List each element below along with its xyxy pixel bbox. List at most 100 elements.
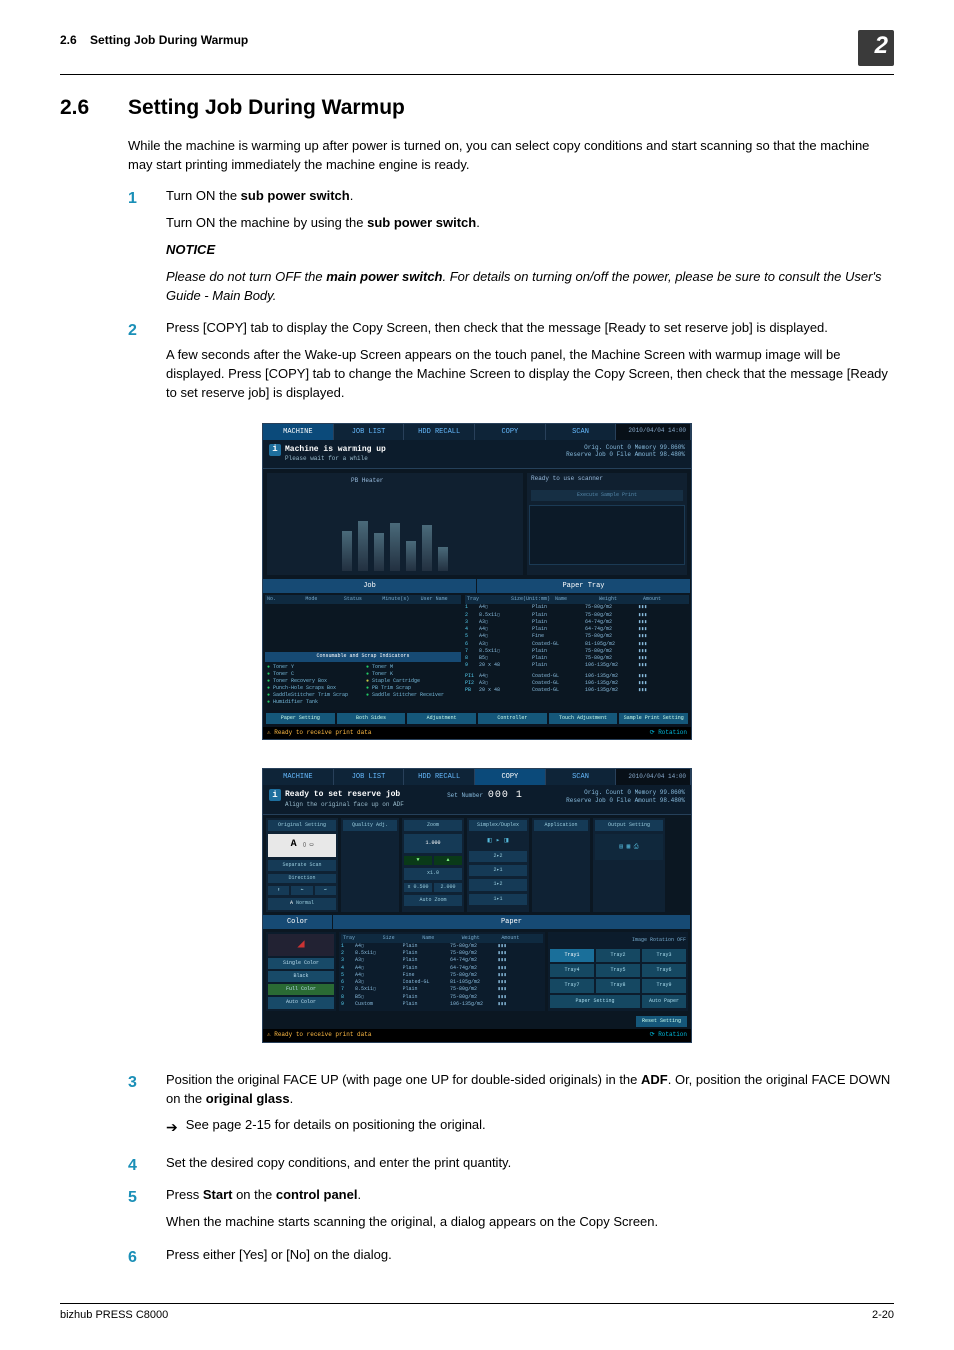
zoom-value: 1.000 — [404, 834, 462, 853]
both-sides-button[interactable]: Both Sides — [337, 713, 406, 724]
step1-line1: Turn ON the sub power switch. — [166, 187, 894, 206]
duplex-11[interactable]: 1▸1 — [469, 894, 527, 905]
duplex-21[interactable]: 2▸1 — [469, 865, 527, 876]
zoom-down[interactable]: ▼ — [404, 856, 432, 865]
tray-row: 5A4▢Fine75-80g/m2▮▮▮ — [341, 972, 543, 979]
zoom-half[interactable]: x 0.500 — [404, 883, 432, 892]
single-color-button[interactable]: Single Color — [268, 958, 334, 969]
counter-readout: Orig. Count 0 Memory 99.860% Reserve Job… — [566, 789, 685, 809]
original-setting-header[interactable]: Original Setting — [268, 820, 336, 831]
tab-hddrecall[interactable]: HDD RECALL — [404, 769, 475, 785]
tab-scan[interactable]: SCAN — [546, 769, 617, 785]
quality-adj-header[interactable]: Quality Adj. — [343, 820, 397, 831]
tray-row: 5A4▢Fine75-80g/m2▮▮▮ — [465, 633, 689, 640]
tab-machine[interactable]: MACHINE — [263, 424, 334, 440]
auto-paper-button[interactable]: Auto Paper — [642, 995, 686, 1008]
tray-row: PI2A3▢Coated-GL106-135g/m2▮▮▮ — [465, 680, 689, 687]
auto-color-button[interactable]: Auto Color — [268, 997, 334, 1008]
duplex-icon: ◧ ▸ ◨ — [469, 834, 527, 848]
original-preview: A ▯ ▭ — [268, 834, 336, 857]
zoom-x1[interactable]: x1.0 — [404, 868, 462, 879]
consumable-header: Consumable and Scrap Indicators — [265, 652, 461, 661]
tray6-button[interactable]: Tray6 — [642, 964, 686, 977]
tray-row: 3A3▢Plain64-74g/m2▮▮▮ — [465, 619, 689, 626]
tab-joblist[interactable]: JOB LIST — [334, 424, 405, 440]
tray-row: 28.5x11▢Plain75-80g/m2▮▮▮ — [341, 950, 543, 957]
adjustment-button[interactable]: Adjustment — [407, 713, 476, 724]
tray7-button[interactable]: Tray7 — [550, 979, 594, 992]
tray3-button[interactable]: Tray3 — [642, 949, 686, 962]
tray-row: 8B5▢Plain75-80g/m2▮▮▮ — [465, 655, 689, 662]
dir-opt[interactable]: ⬅ — [291, 886, 312, 895]
page-running-head: 2.6 Setting Job During Warmup — [60, 30, 248, 49]
rotation-indicator: ⟳ Rotation — [650, 1031, 687, 1040]
tray-row: 78.5x11▢Plain75-80g/m2▮▮▮ — [465, 648, 689, 655]
output-setting-header[interactable]: Output Setting — [595, 820, 663, 831]
step5-p1: Press Start on the control panel. — [166, 1186, 894, 1205]
paper-setting-button[interactable]: Paper Setting — [266, 713, 335, 724]
status-message-title: Ready to set reserve job — [285, 789, 404, 801]
duplex-22[interactable]: 2▸2 — [469, 851, 527, 862]
tab-scan[interactable]: SCAN — [546, 424, 617, 440]
warmup-graphic — [287, 521, 503, 571]
notice-text: Please do not turn OFF the main power sw… — [166, 268, 894, 306]
full-color-button[interactable]: Full Color — [268, 984, 334, 995]
job-table-header: No.ModeStatusMinute(s)User Name — [265, 595, 461, 604]
application-header[interactable]: Application — [534, 820, 588, 831]
tray8-button[interactable]: Tray8 — [596, 979, 640, 992]
tray4-button[interactable]: Tray4 — [550, 964, 594, 977]
set-number-value: 000 1 — [488, 790, 523, 801]
step-number: 4 — [128, 1154, 146, 1181]
tray-row: 1A4▢Plain75-80g/m2▮▮▮ — [341, 943, 543, 950]
tab-copy[interactable]: COPY — [475, 424, 546, 440]
tray1-button[interactable]: Tray1 — [550, 949, 594, 962]
zoom-header[interactable]: Zoom — [404, 820, 462, 831]
tab-hddrecall[interactable]: HDD RECALL — [404, 424, 475, 440]
tab-joblist[interactable]: JOB LIST — [334, 769, 405, 785]
tray9-button[interactable]: Tray9 — [642, 979, 686, 992]
auto-zoom-button[interactable]: Auto Zoom — [404, 895, 462, 906]
notice-heading: NOTICE — [166, 241, 894, 260]
section-number: 2.6 — [60, 93, 100, 123]
ready-scanner-label: Ready to use scanner — [527, 473, 687, 486]
normal-button[interactable]: A Normal — [268, 898, 336, 909]
paper-table-header: TraySizeNameWeightAmount — [341, 934, 543, 943]
tray-row: 1A4▢Plain75-80g/m2▮▮▮ — [465, 604, 689, 611]
step-number: 1 — [128, 187, 146, 313]
rotation-indicator: ⟳ Rotation — [650, 729, 687, 738]
tab-machine[interactable]: MACHINE — [263, 769, 334, 785]
step-number: 5 — [128, 1186, 146, 1240]
status-message-sub: Please wait for a while — [285, 455, 386, 464]
info-icon: i — [269, 444, 281, 456]
set-number-label: Set Number — [447, 792, 483, 799]
zoom-double[interactable]: 2.000 — [434, 883, 462, 892]
step4-p1: Set the desired copy conditions, and ent… — [166, 1154, 894, 1173]
intro-paragraph: While the machine is warming up after po… — [128, 137, 894, 175]
duplex-header[interactable]: Simplex/Duplex — [469, 820, 527, 831]
status-message-sub: Align the original face up on ADF — [285, 801, 404, 810]
step2-p1: Press [COPY] tab to display the Copy Scr… — [166, 319, 894, 338]
separate-scan-button[interactable]: Separate Scan — [268, 860, 336, 871]
reset-setting-button[interactable]: Reset Setting — [636, 1016, 687, 1027]
dir-opt[interactable]: ⬆ — [268, 886, 289, 895]
status-message-title: Machine is warming up — [285, 444, 386, 456]
step-number: 2 — [128, 319, 146, 410]
controller-button[interactable]: Controller — [478, 713, 547, 724]
duplex-12[interactable]: 1▸2 — [469, 879, 527, 890]
black-button[interactable]: Black — [268, 971, 334, 982]
direction-label: Direction — [268, 874, 336, 883]
footer-model: bizhub PRESS C8000 — [60, 1308, 168, 1324]
sample-print-setting-button[interactable]: Sample Print Setting — [619, 713, 688, 724]
tray2-button[interactable]: Tray2 — [596, 949, 640, 962]
dir-opt[interactable]: ➡ — [315, 886, 336, 895]
zoom-up[interactable]: ▲ — [434, 856, 462, 865]
tab-copy[interactable]: COPY — [475, 769, 546, 785]
tray5-button[interactable]: Tray5 — [596, 964, 640, 977]
paper-setting-button[interactable]: Paper Setting — [550, 995, 640, 1008]
step-number: 3 — [128, 1071, 146, 1148]
touch-adjustment-button[interactable]: Touch Adjustment — [549, 713, 618, 724]
execute-sample-print-button[interactable]: Execute Sample Print — [531, 490, 683, 501]
job-panel-label: Job — [263, 579, 477, 593]
paper-table-header: TraySize(Unit:mm)NameWeightAmount — [465, 595, 689, 604]
paper-panel-label: Paper — [333, 915, 691, 929]
